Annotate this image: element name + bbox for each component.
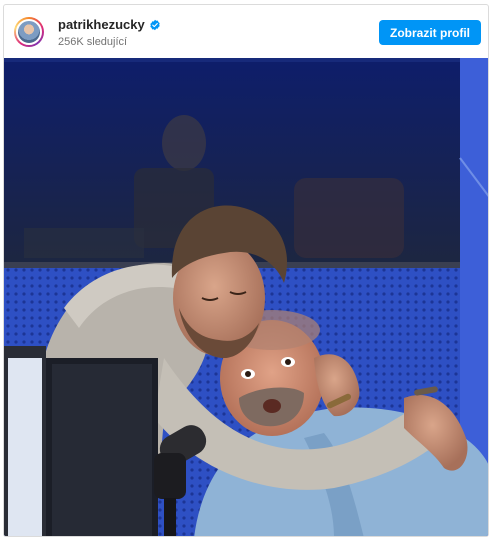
view-profile-button[interactable]: Zobrazit profil (379, 20, 481, 45)
instagram-embed-card: patrikhezucky 256K sledující Zobrazit pr… (3, 4, 489, 537)
follower-count: 256K sledující (58, 36, 128, 48)
user-info: patrikhezucky 256K sledující (58, 17, 161, 49)
avatar[interactable] (14, 17, 44, 47)
username[interactable]: patrikhezucky (58, 17, 145, 33)
username-row: patrikhezucky (58, 17, 161, 33)
verified-badge-icon (150, 19, 160, 31)
post-header: patrikhezucky 256K sledující Zobrazit pr… (4, 5, 488, 59)
studio-photo (4, 58, 488, 536)
post-image[interactable] (4, 58, 488, 536)
avatar-image (16, 19, 42, 45)
